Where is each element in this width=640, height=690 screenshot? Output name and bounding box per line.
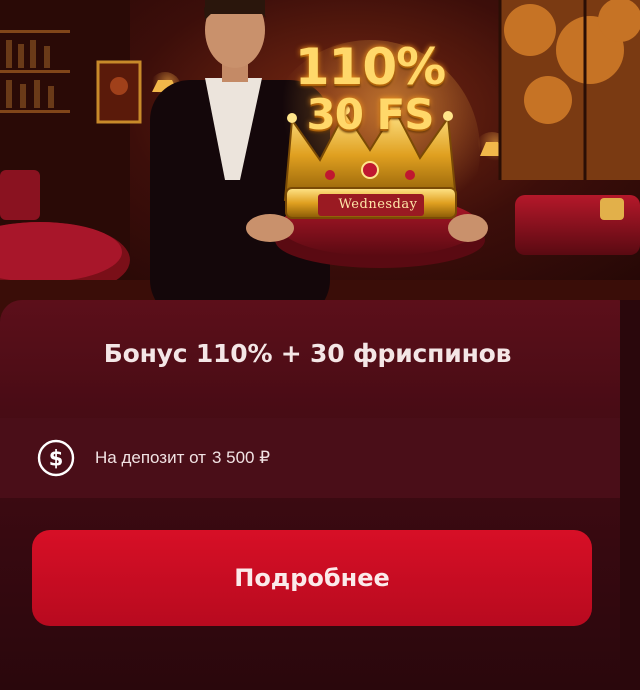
promo-banner-image: 110% 30 FS Wednesday xyxy=(0,0,640,320)
banner-headline-freespins: 30 FS xyxy=(306,90,434,139)
bonus-title: Бонус 110% + 30 фриспинов xyxy=(103,339,512,368)
crown-ribbon-text: Wednesday xyxy=(338,197,418,212)
promo-card: 110% 30 FS Wednesday Бонус 110% + 30 фри… xyxy=(0,0,640,690)
offer-panel: Бонус 110% + 30 фриспинов $ На депозит о… xyxy=(0,300,640,690)
dollar-coin-icon: $ xyxy=(37,439,75,477)
details-button[interactable]: Подробнее xyxy=(32,530,592,626)
deposit-label: На депозит от xyxy=(95,448,206,467)
banner-headline-percent: 110% xyxy=(294,38,446,96)
svg-text:$: $ xyxy=(49,447,64,471)
deposit-amount: 3 500 ₽ xyxy=(211,448,271,467)
scrollbar-track[interactable] xyxy=(620,300,640,690)
deposit-condition-row: $ На депозит от 3 500 ₽ xyxy=(0,418,620,498)
deposit-condition-text: На депозит от 3 500 ₽ xyxy=(95,448,270,468)
